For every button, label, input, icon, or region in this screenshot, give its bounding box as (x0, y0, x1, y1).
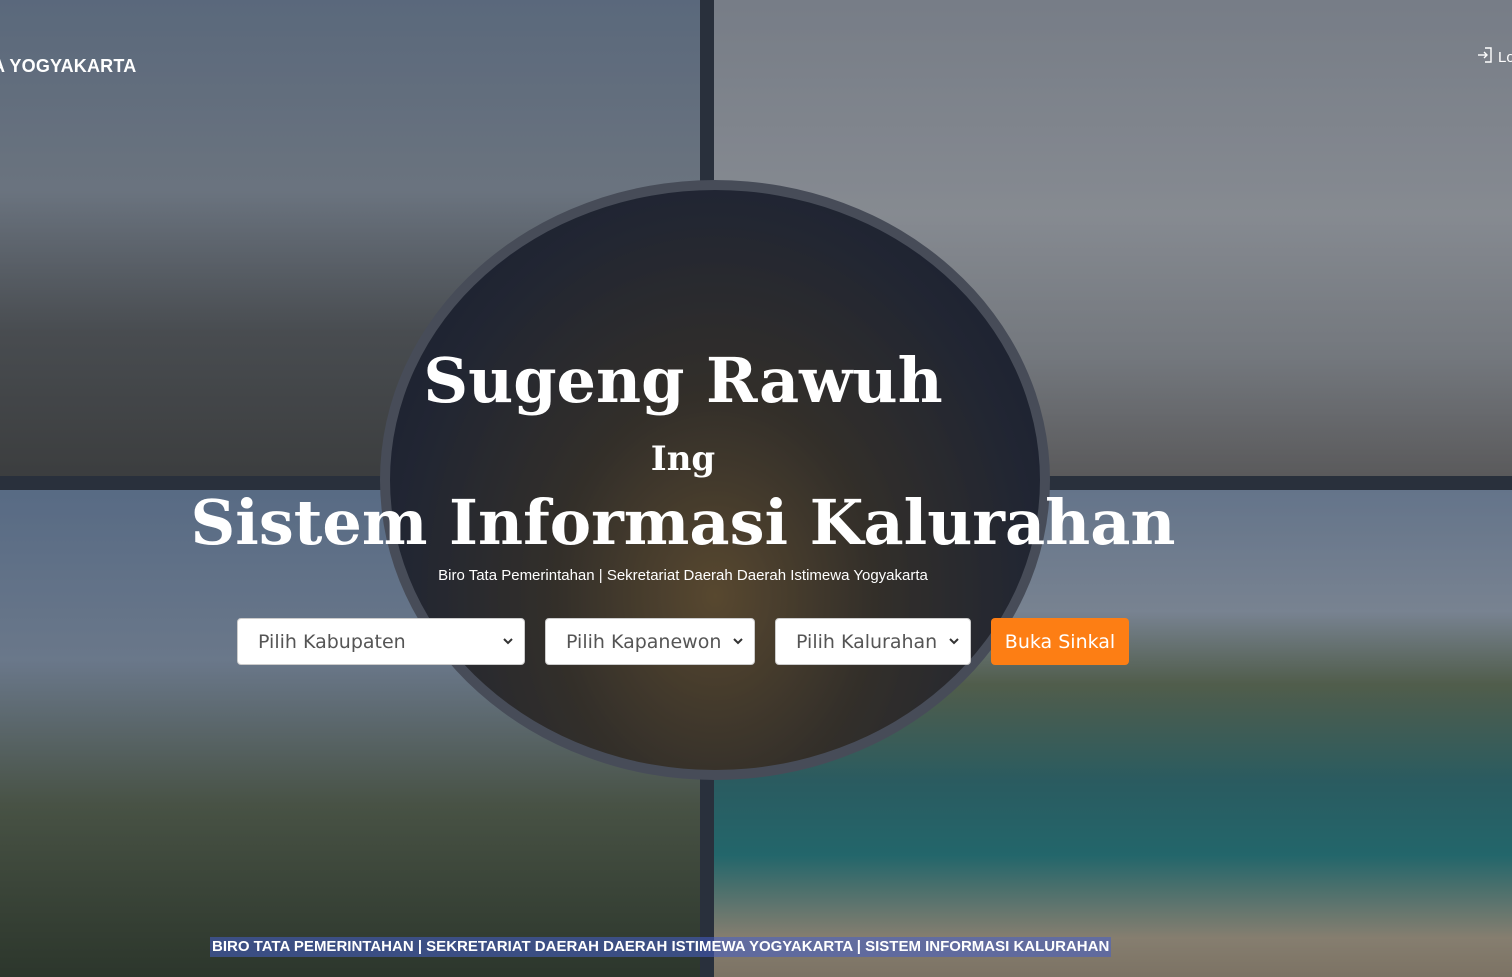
chevron-down-icon (949, 638, 959, 645)
kapanewon-select-value: Pilih Kapanewon (566, 630, 722, 653)
hero-title-line2: Ing (650, 439, 716, 479)
kabupaten-select-value: Pilih Kabupaten (258, 630, 406, 653)
kalurahan-select-value: Pilih Kalurahan (796, 630, 938, 653)
chevron-down-icon (503, 638, 513, 645)
hero-title-line1: Sugeng Rawuh (423, 344, 943, 417)
hero-subtitle: Biro Tata Pemerintahan | Sekretariat Dae… (438, 567, 928, 584)
chevron-down-icon (733, 638, 743, 645)
running-text-ticker: BIRO TATA PEMERINTAHAN | SEKRETARIAT DAE… (210, 937, 1112, 957)
kalurahan-select[interactable]: Pilih Kalurahan (775, 618, 971, 665)
kabupaten-select[interactable]: Pilih Kabupaten (237, 618, 525, 665)
brand-title[interactable]: A YOGYAKARTA (0, 56, 136, 77)
kapanewon-select[interactable]: Pilih Kapanewon (545, 618, 755, 665)
login-icon (1476, 46, 1494, 68)
open-sinkal-button[interactable]: Buka Sinkal (991, 618, 1129, 665)
login-label: Lo (1498, 48, 1512, 66)
login-link[interactable]: Lo (1476, 46, 1512, 68)
hero-title-line3: Sistem Informasi Kalurahan (190, 486, 1176, 559)
